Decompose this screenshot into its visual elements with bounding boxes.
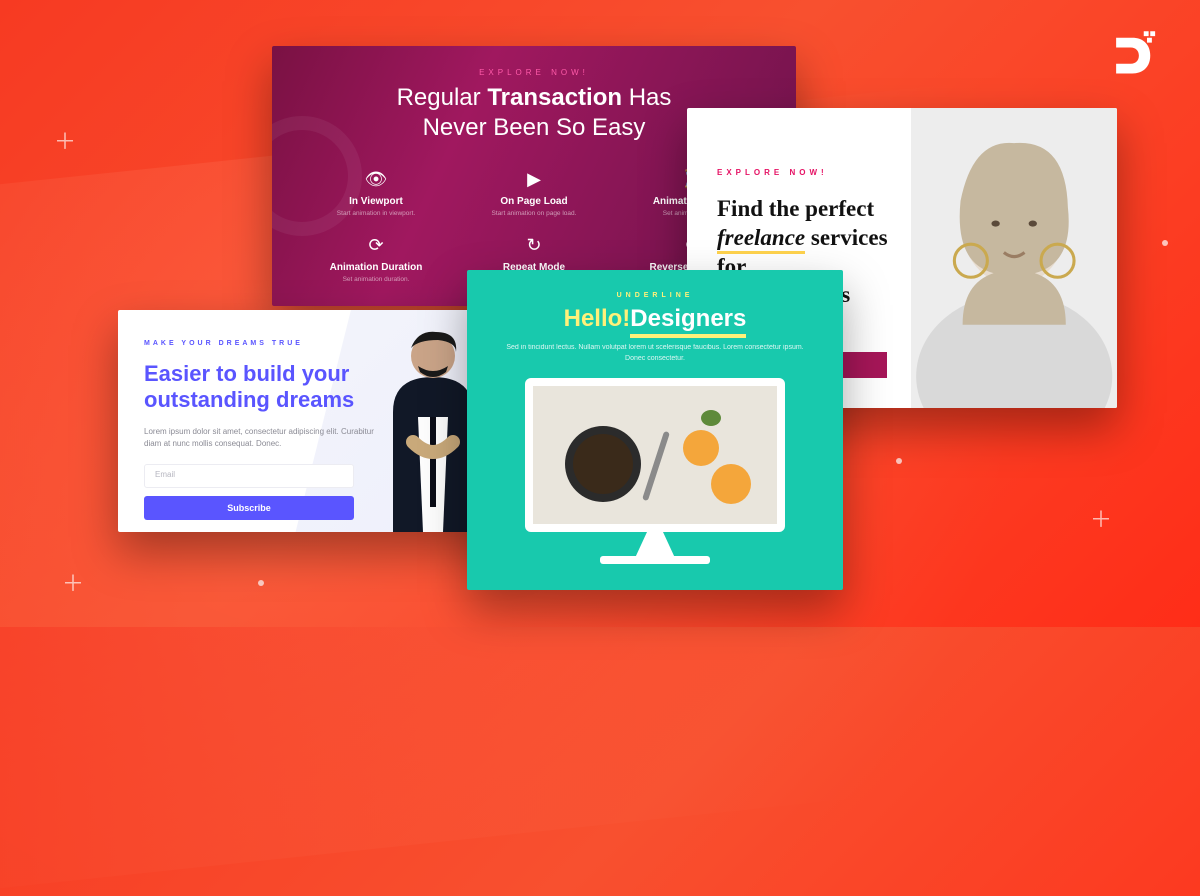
email-field[interactable]: Email bbox=[144, 464, 354, 488]
portrait-photo bbox=[911, 108, 1117, 408]
text: Regular bbox=[397, 84, 488, 111]
text: Easier to build your bbox=[144, 361, 349, 386]
body-text: Lorem ipsum dolor sit amet, consectetur … bbox=[144, 426, 374, 450]
feature-title: Animation Duration bbox=[302, 262, 450, 273]
card-designers: UNDERLINE Hello!Designers Sed in tincidu… bbox=[467, 270, 843, 590]
duration-icon: ⟳ bbox=[302, 235, 450, 256]
eyebrow: EXPLORE NOW! bbox=[717, 168, 889, 177]
monitor-illustration bbox=[525, 378, 785, 564]
text-bold: Designers bbox=[630, 305, 746, 338]
text-accent: Hello! bbox=[564, 305, 631, 332]
monitor-screen bbox=[525, 378, 785, 532]
card-builder: MAKE YOUR DREAMS TRUE Easier to build yo… bbox=[118, 310, 520, 532]
text: Find the perfect bbox=[717, 196, 874, 221]
feature-item: ⟳ Animation Duration Set animation duratio… bbox=[302, 235, 450, 283]
text: dreams bbox=[276, 387, 354, 412]
feature-sub: Set animation duration. bbox=[302, 276, 450, 283]
text-accent: outstanding bbox=[144, 387, 270, 412]
text: Has bbox=[622, 84, 671, 111]
feature-title: On Page Load bbox=[460, 196, 608, 207]
feature-sub: Start animation on page load. bbox=[460, 210, 608, 217]
subscribe-button[interactable]: Subscribe bbox=[144, 496, 354, 520]
eyebrow: UNDERLINE bbox=[467, 292, 843, 299]
feature-item: ▶ On Page Load Start animation on page loa… bbox=[460, 169, 608, 217]
text: Never Been So Easy bbox=[423, 114, 646, 141]
body-text: Sed in tincidunt lectus. Nullam volutpat… bbox=[505, 343, 805, 364]
monitor-stand bbox=[635, 532, 675, 558]
play-icon: ▶ bbox=[460, 169, 608, 190]
headline: Easier to build your outstanding dreams bbox=[144, 361, 374, 414]
repeat-icon: ↻ bbox=[460, 235, 608, 256]
text-bold: Transaction bbox=[487, 84, 622, 111]
headline: Hello!Designers bbox=[467, 305, 843, 333]
text-italic: freelance bbox=[717, 225, 805, 254]
eyebrow: EXPLORE NOW! bbox=[302, 68, 766, 77]
